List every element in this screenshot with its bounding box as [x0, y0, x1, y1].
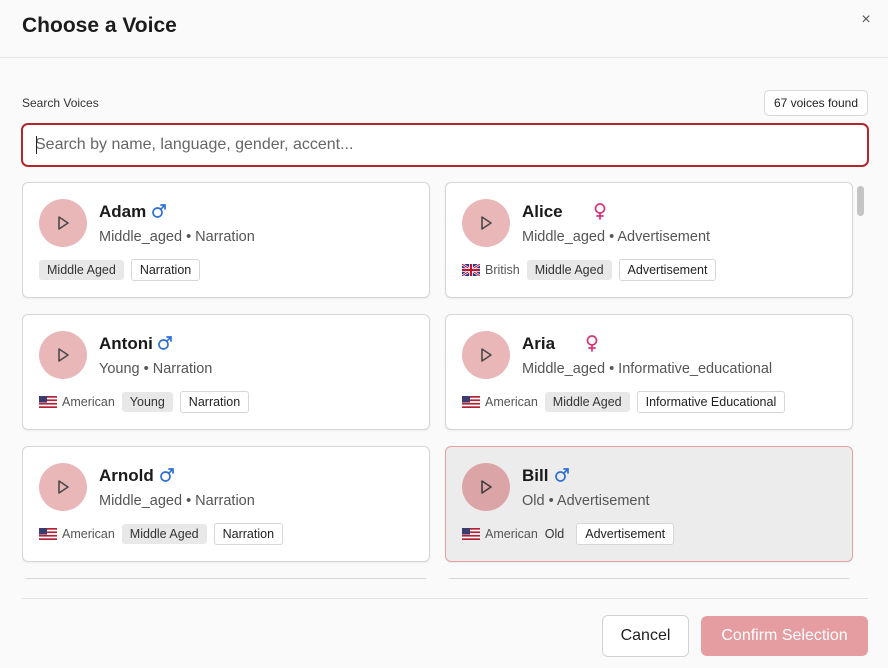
- use-case-tag: Narration: [213, 523, 284, 545]
- voice-tags: American Old Advertisement: [462, 523, 675, 545]
- voice-tags: American Young Narration: [39, 391, 250, 413]
- voice-meta: Young • Narration: [99, 361, 213, 377]
- voice-name: Antoni: [99, 334, 153, 353]
- voice-card-partial[interactable]: [22, 578, 430, 579]
- accent-label: British: [485, 263, 520, 277]
- male-icon: [158, 336, 172, 350]
- female-icon: [594, 203, 606, 220]
- voice-meta: Middle_aged • Narration: [99, 493, 255, 509]
- voice-tags: British Middle Aged Advertisement: [462, 259, 717, 281]
- voice-meta: Middle_aged • Advertisement: [522, 229, 711, 245]
- voice-card[interactable]: Antoni Young • Narration American Young …: [22, 314, 430, 430]
- close-icon[interactable]: ×: [858, 12, 874, 28]
- play-button[interactable]: [462, 199, 510, 247]
- us-flag-icon: [462, 396, 480, 408]
- play-icon: [58, 480, 69, 494]
- play-button[interactable]: [462, 463, 510, 511]
- voice-name: Arnold: [99, 466, 154, 485]
- voice-meta: Middle_aged • Informative_educational: [522, 361, 773, 377]
- voice-name: Adam: [99, 202, 147, 221]
- age-tag: Middle Aged: [121, 524, 207, 544]
- use-case-tag: Narration: [179, 391, 250, 413]
- voice-card[interactable]: Alice Middle_aged • Advertisement Britis…: [445, 182, 853, 298]
- voice-tags: Middle Aged Narration: [39, 259, 201, 281]
- search-box[interactable]: [21, 123, 869, 167]
- cancel-button[interactable]: Cancel: [602, 615, 689, 657]
- search-input[interactable]: [23, 125, 867, 165]
- voice-name: Bill: [522, 466, 549, 485]
- accent-label: American: [485, 527, 538, 541]
- us-flag-icon: [39, 528, 57, 540]
- accent-label: American: [485, 395, 538, 409]
- voice-card[interactable]: Aria Middle_aged • Informative_education…: [445, 314, 853, 430]
- uk-flag-icon: [462, 264, 480, 276]
- male-icon: [160, 468, 174, 482]
- age-tag: Middle Aged: [526, 260, 612, 280]
- play-icon: [481, 480, 492, 494]
- voice-list-scrollbar[interactable]: [856, 184, 865, 579]
- play-icon: [58, 216, 69, 230]
- play-icon: [58, 348, 69, 362]
- male-icon: [555, 468, 569, 482]
- age-tag: Middle Aged: [39, 260, 124, 280]
- us-flag-icon: [462, 528, 480, 540]
- voice-list[interactable]: Adam Middle_aged • Narration Middle Aged…: [22, 182, 870, 579]
- dialog-header: Choose a Voice ×: [0, 0, 888, 58]
- play-icon: [481, 348, 492, 362]
- voice-card[interactable]: Adam Middle_aged • Narration Middle Aged…: [22, 182, 430, 298]
- footer-divider: [22, 598, 868, 599]
- use-case-tag: Advertisement: [618, 259, 717, 281]
- play-button[interactable]: [462, 331, 510, 379]
- use-case-tag: Narration: [130, 259, 201, 281]
- accent-label: American: [62, 527, 115, 541]
- dialog-title: Choose a Voice: [22, 14, 177, 37]
- age-tag: Young: [121, 392, 173, 412]
- play-button[interactable]: [39, 199, 87, 247]
- voice-meta: Old • Advertisement: [522, 493, 650, 509]
- male-icon: [152, 204, 166, 218]
- female-icon: [586, 335, 598, 352]
- voice-card[interactable]: Arnold Middle_aged • Narration American …: [22, 446, 430, 562]
- age-tag: Middle Aged: [544, 392, 630, 412]
- voice-tags: American Middle Aged Informative Educati…: [462, 391, 786, 413]
- play-icon: [481, 216, 492, 230]
- voice-meta: Middle_aged • Narration: [99, 229, 255, 245]
- age-tag: Old: [544, 527, 565, 541]
- use-case-tag: Advertisement: [576, 523, 675, 545]
- voice-card-selected[interactable]: Bill Old • Advertisement American Old Ad…: [445, 446, 853, 562]
- voice-tags: American Middle Aged Narration: [39, 523, 284, 545]
- accent-label: American: [62, 395, 115, 409]
- text-caret: [36, 136, 37, 154]
- play-button[interactable]: [39, 331, 87, 379]
- search-label: Search Voices: [22, 96, 99, 110]
- us-flag-icon: [39, 396, 57, 408]
- voice-count-badge: 67 voices found: [763, 90, 868, 116]
- voice-name: Aria: [522, 334, 556, 353]
- voice-card-partial[interactable]: [445, 578, 853, 579]
- play-button[interactable]: [39, 463, 87, 511]
- scrollbar-thumb[interactable]: [857, 186, 864, 216]
- confirm-selection-button[interactable]: Confirm Selection: [701, 616, 868, 656]
- voice-name: Alice: [522, 202, 563, 221]
- use-case-tag: Informative Educational: [636, 391, 786, 413]
